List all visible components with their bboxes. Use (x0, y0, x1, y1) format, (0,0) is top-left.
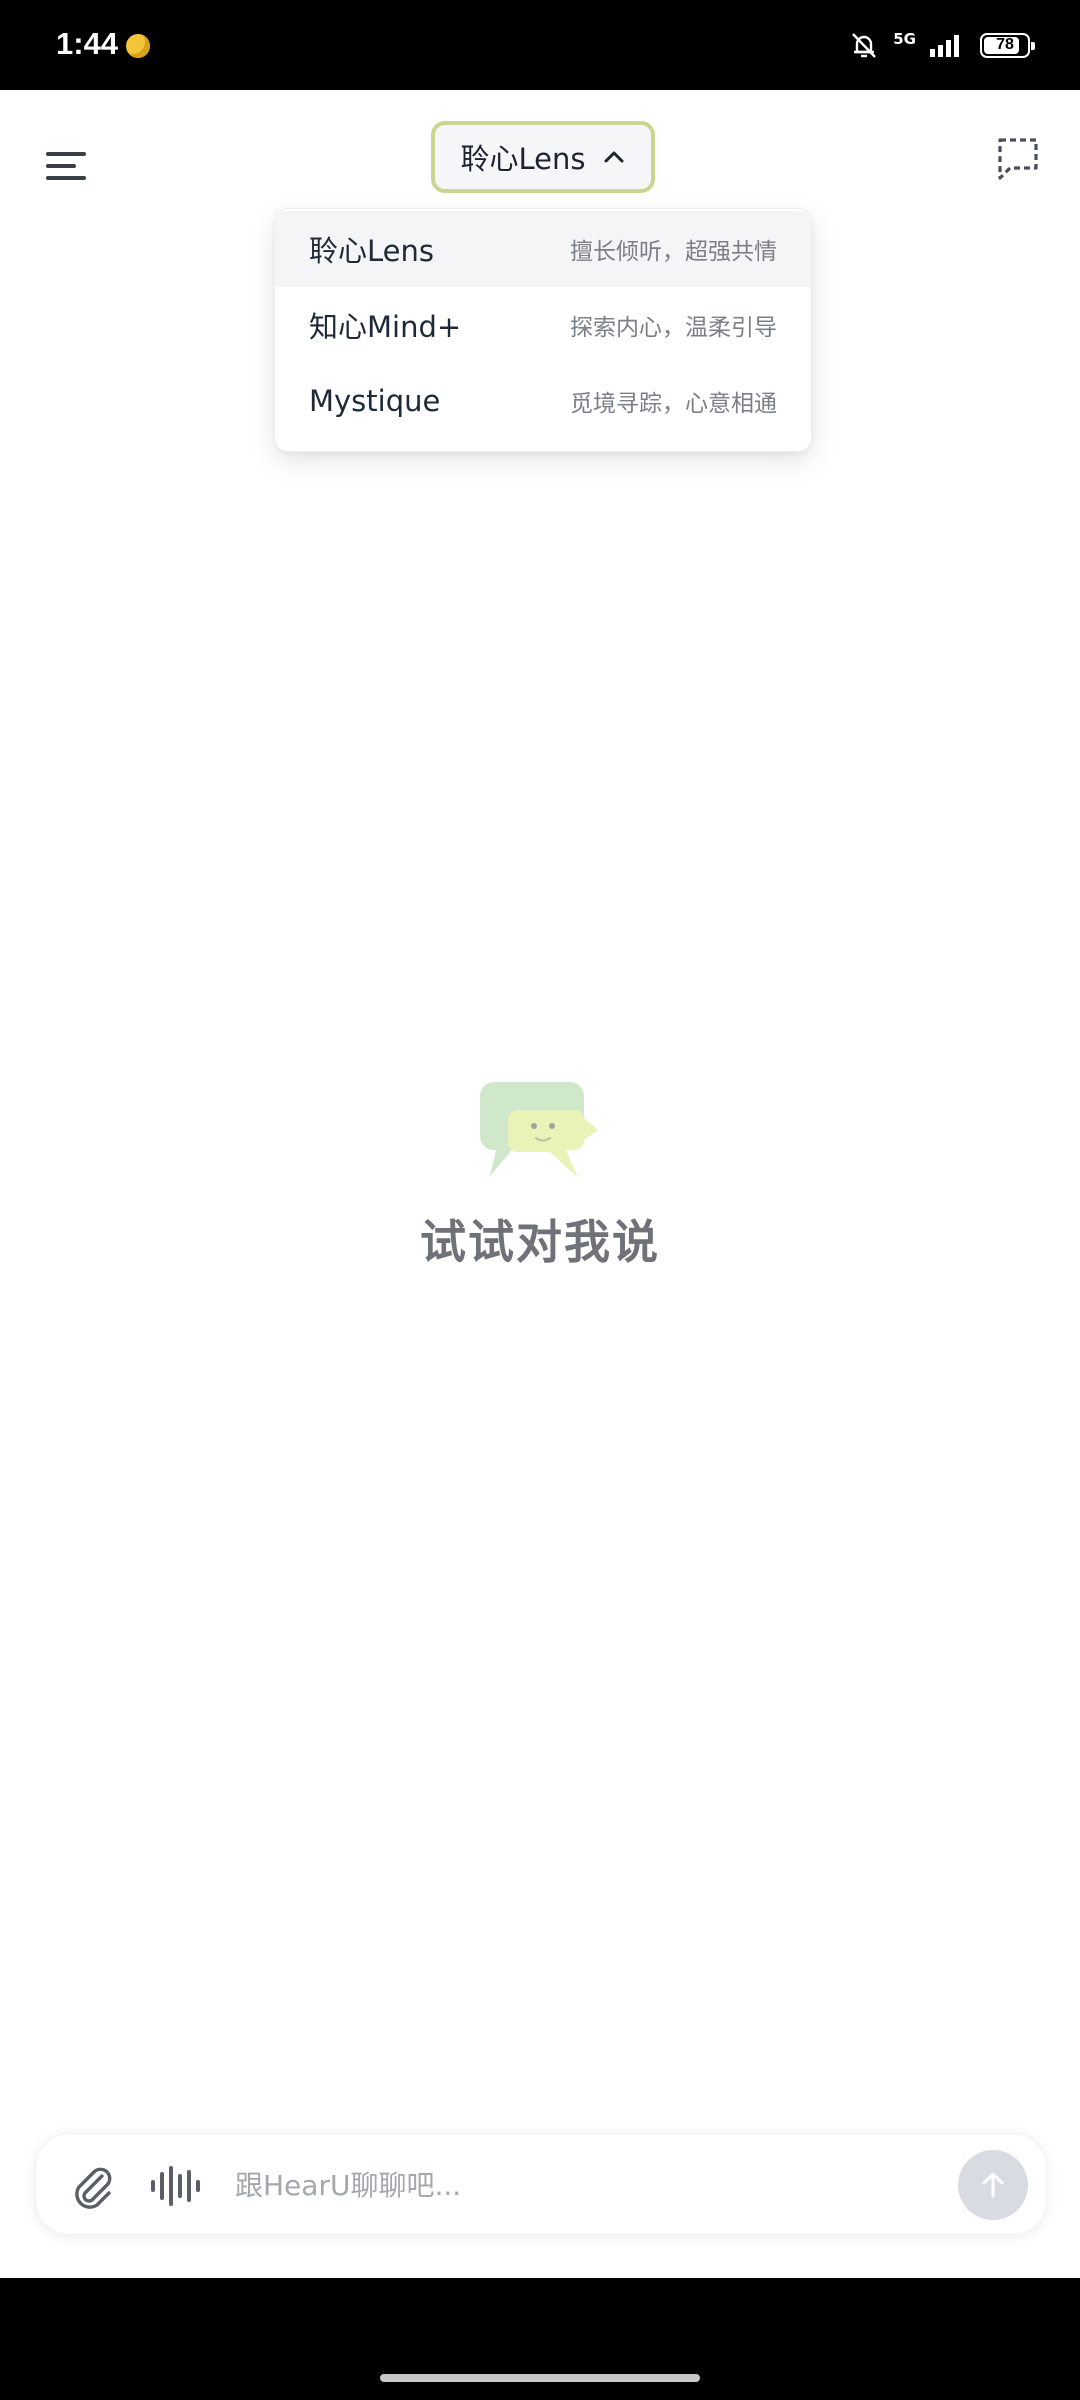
empty-state: 试试对我说 (0, 1080, 1080, 1272)
battery-icon: 78 (980, 32, 1035, 58)
arrow-up-icon (982, 2172, 1004, 2198)
status-time: 1:44 (56, 26, 119, 61)
message-composer (35, 2133, 1047, 2235)
message-input[interactable] (235, 2160, 955, 2210)
chevron-up-icon (604, 151, 624, 163)
send-button[interactable] (958, 2150, 1028, 2220)
voice-waveform-icon[interactable] (148, 2162, 202, 2210)
model-option-name: 聆心Lens (309, 234, 434, 268)
paperclip-icon[interactable] (68, 2162, 116, 2210)
status-icons: 5G 78 (849, 28, 1035, 62)
empty-state-text: 试试对我说 (420, 1215, 660, 1269)
model-option-desc: 探索内心，温柔引导 (570, 315, 777, 341)
home-indicator[interactable] (380, 2374, 700, 2382)
network-type: 5G (893, 30, 916, 48)
model-option-name: 知心Mind+ (309, 310, 462, 344)
model-dropdown: 聆心Lens 擅长倾听，超强共情 知心Mind+ 探索内心，温柔引导 Mysti… (274, 208, 812, 452)
bell-off-icon (852, 33, 877, 58)
notification-emoji-icon (126, 34, 150, 58)
model-option-lens[interactable]: 聆心Lens 擅长倾听，超强共情 (275, 211, 811, 287)
battery-level: 78 (996, 36, 1014, 53)
app-screen: 聆心Lens 聆心Lens 擅长倾听，超强共情 知心Mind+ 探索内心，温柔引… (0, 90, 1080, 2278)
menu-icon[interactable] (40, 142, 94, 190)
model-option-mystique[interactable]: Mystique 觅境寻踪，心意相通 (275, 363, 811, 439)
chat-mascot-icon (479, 1082, 598, 1178)
model-option-mind[interactable]: 知心Mind+ 探索内心，温柔引导 (275, 287, 811, 363)
signal-icon (930, 35, 959, 57)
model-option-desc: 擅长倾听，超强共情 (570, 239, 777, 265)
model-option-desc: 觅境寻踪，心意相通 (570, 391, 777, 417)
new-chat-icon[interactable] (994, 134, 1042, 184)
status-bar: 1:44 5G 78 (0, 0, 1080, 90)
model-option-name: Mystique (309, 384, 441, 418)
model-selector-button[interactable]: 聆心Lens (431, 121, 655, 193)
selected-model-label: 聆心Lens (460, 142, 586, 176)
